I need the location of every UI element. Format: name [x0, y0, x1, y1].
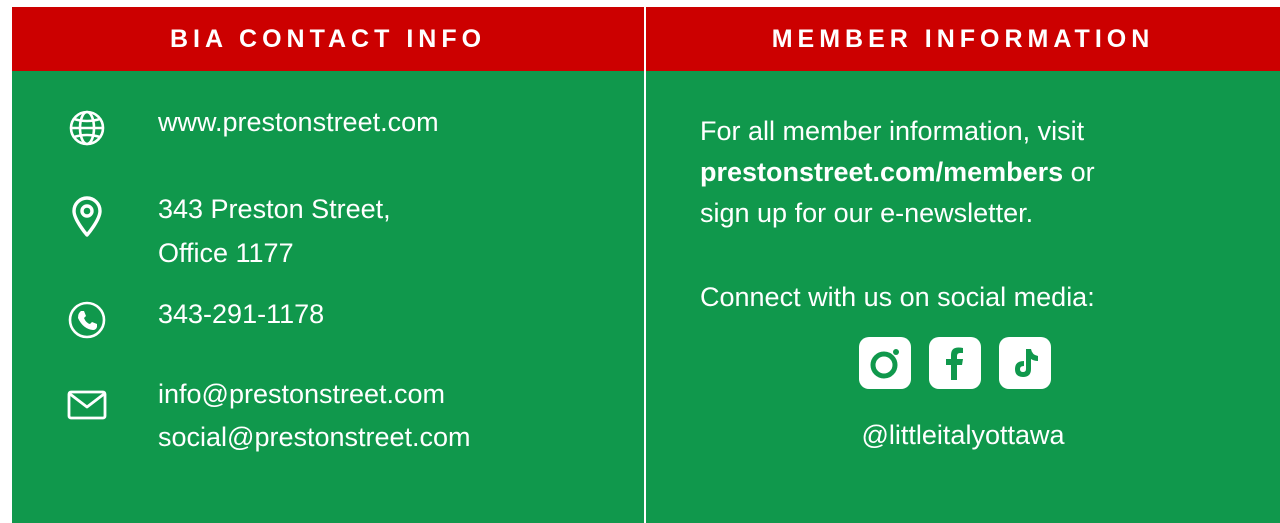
email-info-link[interactable]: info@prestonstreet.com [158, 379, 445, 409]
member-info-panel: MEMBER INFORMATION For all member inform… [646, 7, 1280, 523]
tiktok-icon[interactable] [999, 337, 1051, 389]
member-line-1: For all member information, visit [700, 116, 1085, 146]
social-handle[interactable]: @littleitalyottawa [646, 415, 1280, 455]
bia-contact-panel: BIA CONTACT INFO www.prestonstreet.com 3… [12, 7, 644, 523]
phone-number[interactable]: 343-291-1178 [158, 294, 324, 334]
member-line-2-suffix: or [1063, 157, 1095, 187]
members-link[interactable]: prestonstreet.com/members [700, 157, 1063, 187]
member-line-3: sign up for our e-newsletter. [700, 198, 1034, 228]
envelope-icon [67, 385, 107, 425]
connect-social-text: Connect with us on social media: [700, 282, 1095, 312]
phone-icon [67, 300, 107, 340]
contact-card: BIA CONTACT INFO www.prestonstreet.com 3… [0, 0, 1280, 523]
email-text: info@prestonstreet.com social@prestonstr… [158, 373, 471, 459]
globe-icon [67, 108, 107, 148]
address-line-1: 343 Preston Street, [158, 194, 391, 224]
instagram-icon[interactable] [859, 337, 911, 389]
website-link[interactable]: www.prestonstreet.com [158, 102, 439, 142]
social-icons [852, 337, 1058, 393]
bia-contact-header: BIA CONTACT INFO [12, 7, 644, 71]
facebook-icon[interactable] [929, 337, 981, 389]
email-social-link[interactable]: social@prestonstreet.com [158, 422, 471, 452]
member-info-header: MEMBER INFORMATION [646, 7, 1280, 71]
address-text: 343 Preston Street, Office 1177 [158, 187, 391, 275]
address-line-2: Office 1177 [158, 238, 294, 268]
member-info-text: For all member information, visit presto… [700, 111, 1260, 234]
location-pin-icon [67, 196, 107, 237]
